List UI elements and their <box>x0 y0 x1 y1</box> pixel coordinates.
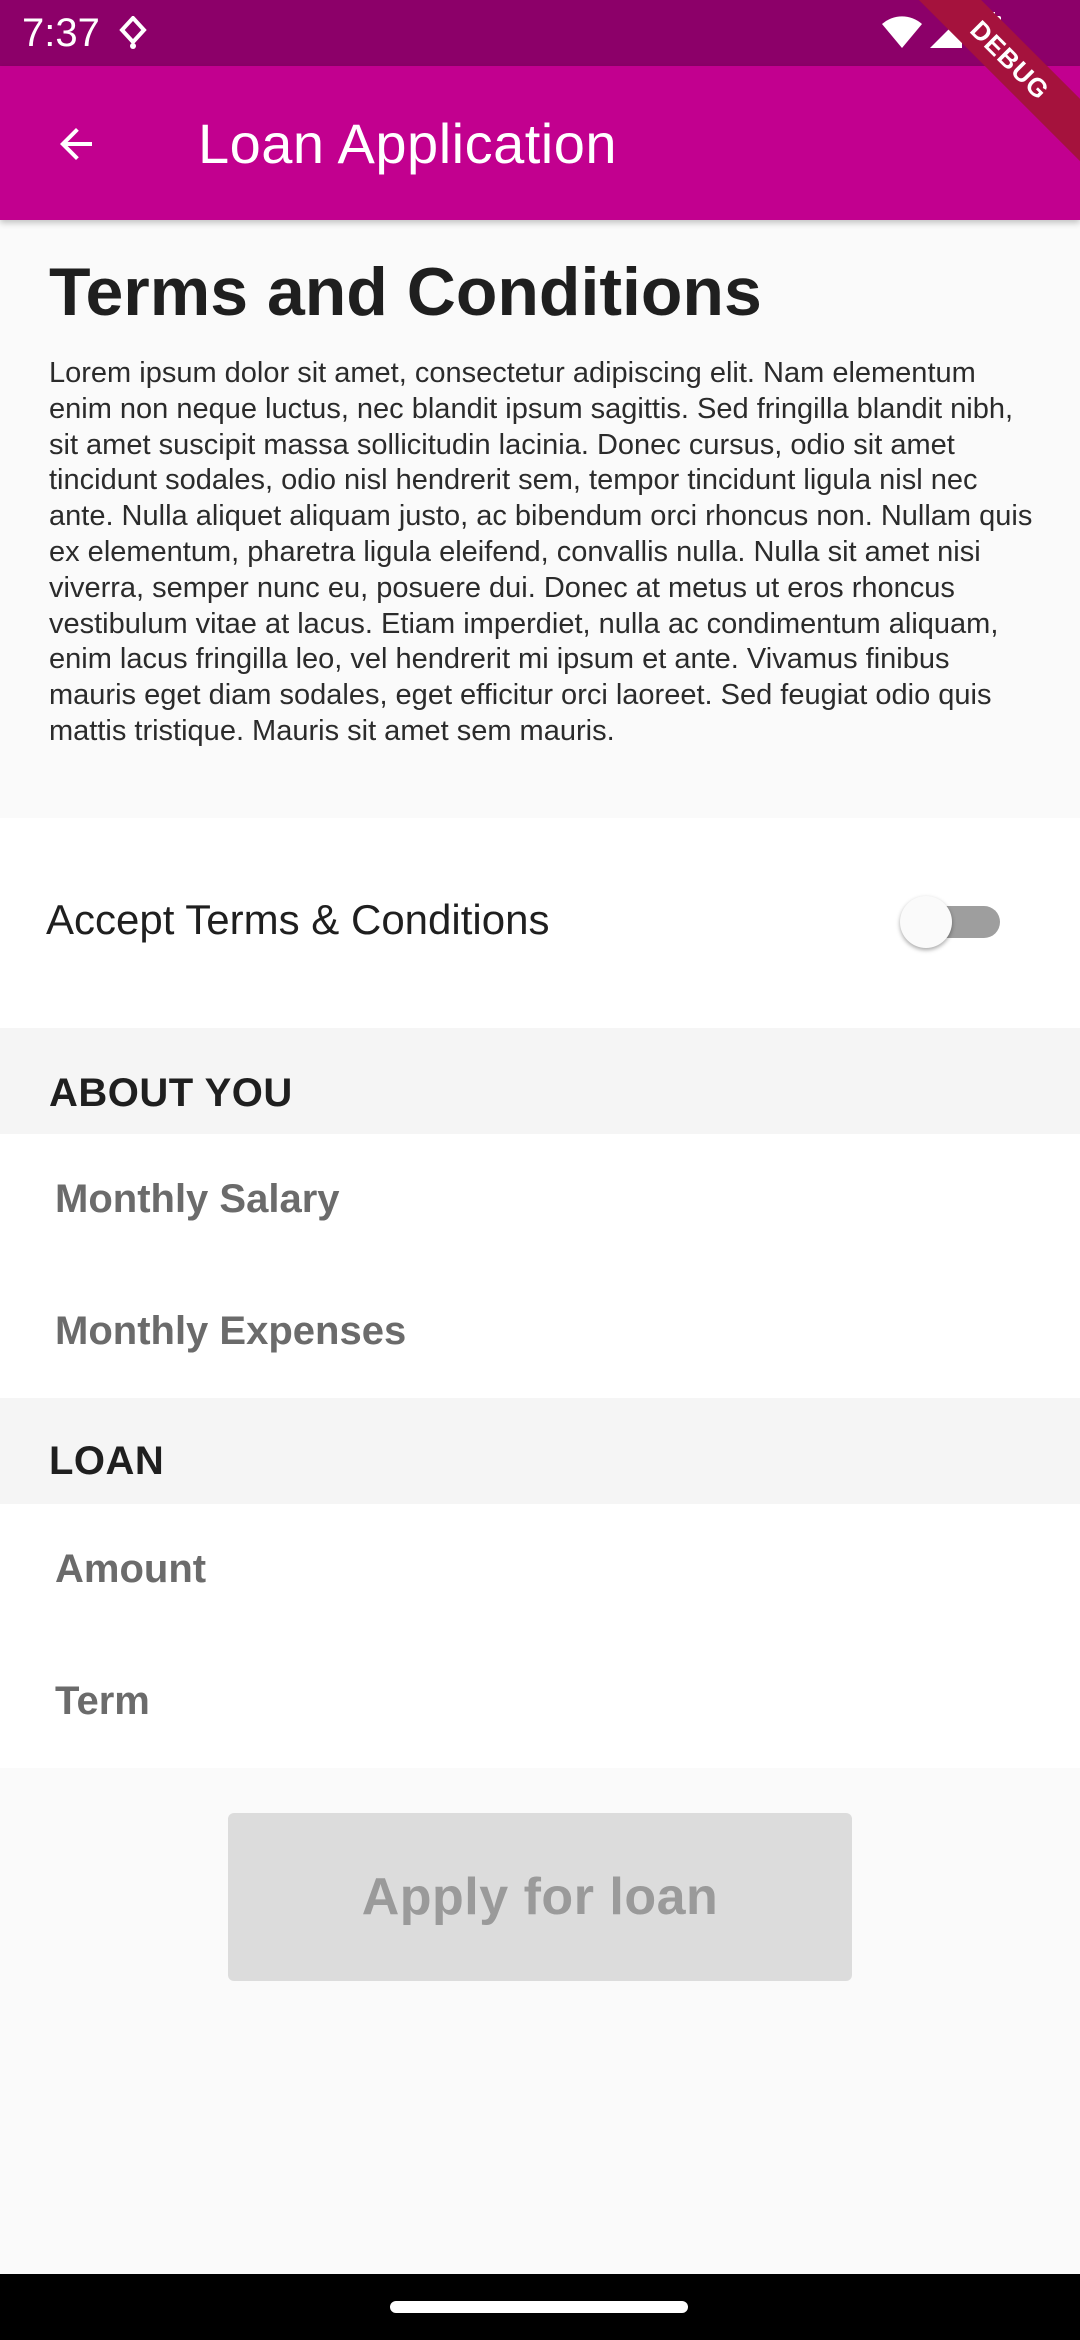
loan-application-screen: 7:37 DEBUG Loan Application Terms and Co… <box>0 0 1080 2340</box>
section-header-loan: LOAN <box>0 1398 1080 1504</box>
home-indicator[interactable] <box>390 2301 688 2313</box>
accept-terms-row[interactable]: Accept Terms & Conditions <box>0 818 1080 1028</box>
apply-for-loan-button[interactable]: Apply for loan <box>228 1813 852 1981</box>
accept-terms-toggle[interactable] <box>900 896 1006 948</box>
field-label: Amount <box>55 1547 207 1591</box>
amount-field[interactable]: Amount <box>0 1504 1080 1636</box>
arrow-back-icon <box>60 128 92 160</box>
notification-icon <box>119 16 147 49</box>
section-header-about-you: ABOUT YOU <box>0 1028 1080 1134</box>
accept-terms-label: Accept Terms & Conditions <box>46 896 550 943</box>
monthly-expenses-field[interactable]: Monthly Expenses <box>0 1266 1080 1398</box>
section-header-label: ABOUT YOU <box>49 1071 293 1115</box>
status-time: 7:37 <box>22 11 100 55</box>
app-bar: Loan Application <box>0 66 1080 220</box>
back-button[interactable] <box>36 108 116 180</box>
wifi-icon <box>882 16 922 48</box>
terms-body: Lorem ipsum dolor sit amet, consectetur … <box>49 357 1033 747</box>
toggle-thumb <box>900 896 952 948</box>
apply-button-label: Apply for loan <box>361 1868 719 1926</box>
monthly-salary-field[interactable]: Monthly Salary <box>0 1134 1080 1266</box>
about-you-fields: Monthly Salary Monthly Expenses <box>0 1134 1080 1398</box>
terms-section: Terms and Conditions Lorem ipsum dolor s… <box>0 220 1080 818</box>
system-nav-bar <box>0 2274 1080 2340</box>
field-label: Monthly Expenses <box>55 1309 407 1353</box>
term-field[interactable]: Term <box>0 1636 1080 1768</box>
field-label: Monthly Salary <box>55 1177 340 1221</box>
section-header-label: LOAN <box>49 1439 165 1483</box>
status-bar: 7:37 <box>0 0 1080 66</box>
field-label: Term <box>55 1679 150 1723</box>
terms-title: Terms and Conditions <box>49 254 762 330</box>
app-title: Loan Application <box>198 112 618 175</box>
loan-fields: Amount Term <box>0 1504 1080 1768</box>
